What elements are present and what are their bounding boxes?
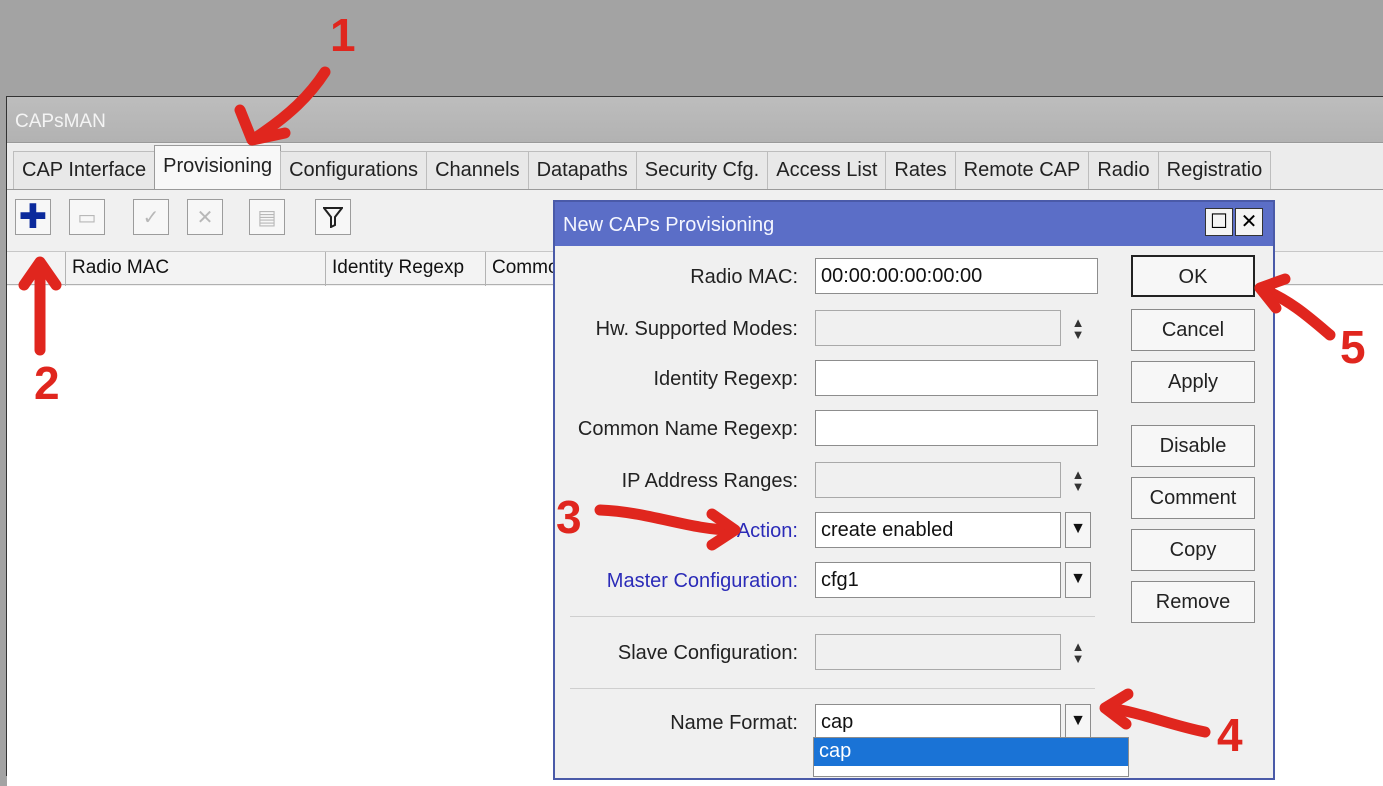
check-icon: ✓ <box>142 206 160 229</box>
dialog-titlebar[interactable]: New CAPs Provisioning ☐ ✕ <box>555 202 1273 246</box>
common-name-regexp-label: Common Name Regexp: <box>577 418 798 440</box>
ip-address-ranges-label: IP Address Ranges: <box>621 470 798 492</box>
copy-button[interactable]: Copy <box>1131 529 1255 571</box>
name-format-label: Name Format: <box>670 712 798 734</box>
radio-mac-input[interactable]: 00:00:00:00:00:00 <box>815 258 1098 294</box>
tab-rates[interactable]: Rates <box>885 151 956 189</box>
column-common-name[interactable]: Commo <box>485 252 555 286</box>
identity-regexp-label: Identity Regexp: <box>653 368 798 390</box>
remove-button[interactable]: Remove <box>1131 581 1255 623</box>
comment-button[interactable]: Comment <box>1131 477 1255 519</box>
name-format-dropdown-button[interactable]: ▼ <box>1065 704 1091 740</box>
hw-modes-expand-icon[interactable]: ▲ ▼ <box>1069 314 1087 344</box>
add-button[interactable]: ✚ <box>15 198 51 236</box>
master-configuration-select[interactable]: cfg1 <box>815 562 1061 598</box>
tab-bar: CAP Interface Provisioning Configuration… <box>7 144 1383 190</box>
remove-button[interactable]: ▭ <box>69 199 105 235</box>
dialog-title: New CAPs Provisioning <box>563 214 775 236</box>
tab-remote-cap[interactable]: Remote CAP <box>954 151 1090 189</box>
action-select[interactable]: create enabled <box>815 512 1061 548</box>
ip-address-ranges-input[interactable] <box>815 462 1061 498</box>
step-3-label: 3 <box>556 491 582 543</box>
tab-provisioning[interactable]: Provisioning <box>154 145 282 189</box>
step-5-label: 5 <box>1340 321 1366 373</box>
action-label: Action: <box>736 520 798 542</box>
chevron-down-icon: ▼ <box>1070 520 1086 537</box>
disable-button[interactable]: Disable <box>1131 425 1255 467</box>
plus-icon: ✚ <box>18 198 48 236</box>
ip-ranges-expand-icon[interactable]: ▲ ▼ <box>1069 466 1087 496</box>
name-format-dropdown-list: cap <box>813 737 1129 777</box>
name-format-select[interactable]: cap <box>815 704 1061 740</box>
step-2-label: 2 <box>34 357 60 409</box>
apply-button[interactable]: Apply <box>1131 361 1255 403</box>
action-dropdown-button[interactable]: ▼ <box>1065 512 1091 548</box>
close-icon: ✕ <box>1240 211 1258 233</box>
radio-mac-label: Radio MAC: <box>690 266 798 288</box>
column-identity-regexp[interactable]: Identity Regexp <box>325 252 485 286</box>
master-configuration-label: Master Configuration: <box>606 570 798 592</box>
tab-registration[interactable]: Registratio <box>1157 151 1272 189</box>
slave-cfg-expand-icon[interactable]: ▲ ▼ <box>1069 638 1087 668</box>
tab-configurations[interactable]: Configurations <box>280 151 428 189</box>
minus-icon: ▭ <box>77 206 97 229</box>
slave-configuration-label: Slave Configuration: <box>617 642 798 664</box>
dropdown-option-cap[interactable]: cap <box>814 738 1128 766</box>
column-radio-mac[interactable]: Radio MAC <box>65 252 325 286</box>
tab-security-cfg[interactable]: Security Cfg. <box>635 151 769 189</box>
separator <box>570 616 1095 617</box>
tab-channels[interactable]: Channels <box>426 151 529 189</box>
hw-supported-modes-label: Hw. Supported Modes: <box>595 318 798 340</box>
tab-cap-interface[interactable]: CAP Interface <box>13 151 156 189</box>
maximize-button[interactable]: ☐ <box>1205 208 1233 236</box>
chevron-down-icon: ▼ <box>1070 570 1086 587</box>
enable-button[interactable]: ✓ <box>133 199 169 235</box>
slave-configuration-input[interactable] <box>815 634 1061 670</box>
disable-button[interactable]: ✕ <box>187 199 223 235</box>
master-configuration-dropdown-button[interactable]: ▼ <box>1065 562 1091 598</box>
separator <box>570 688 1095 689</box>
new-caps-provisioning-dialog: New CAPs Provisioning ☐ ✕ Radio MAC: 00:… <box>553 200 1275 780</box>
common-name-regexp-input[interactable] <box>815 410 1098 446</box>
cross-icon: ✕ <box>196 206 214 229</box>
chevron-down-icon: ▼ <box>1070 712 1086 729</box>
filter-button[interactable] <box>315 199 351 235</box>
ok-button[interactable]: OK <box>1131 255 1255 297</box>
tab-radio[interactable]: Radio <box>1088 151 1159 189</box>
maximize-icon: ☐ <box>1210 211 1228 233</box>
filter-icon <box>323 207 343 228</box>
window-title: CAPsMAN <box>7 97 1383 143</box>
close-button[interactable]: ✕ <box>1235 208 1263 236</box>
tab-access-list[interactable]: Access List <box>767 151 887 189</box>
tab-datapaths[interactable]: Datapaths <box>527 151 637 189</box>
comment-icon: ▤ <box>257 206 277 229</box>
cancel-button[interactable]: Cancel <box>1131 309 1255 351</box>
step-1-label: 1 <box>330 9 356 61</box>
step-4-label: 4 <box>1217 709 1243 761</box>
comment-button[interactable]: ▤ <box>249 199 285 235</box>
identity-regexp-input[interactable] <box>815 360 1098 396</box>
hw-supported-modes-input[interactable] <box>815 310 1061 346</box>
